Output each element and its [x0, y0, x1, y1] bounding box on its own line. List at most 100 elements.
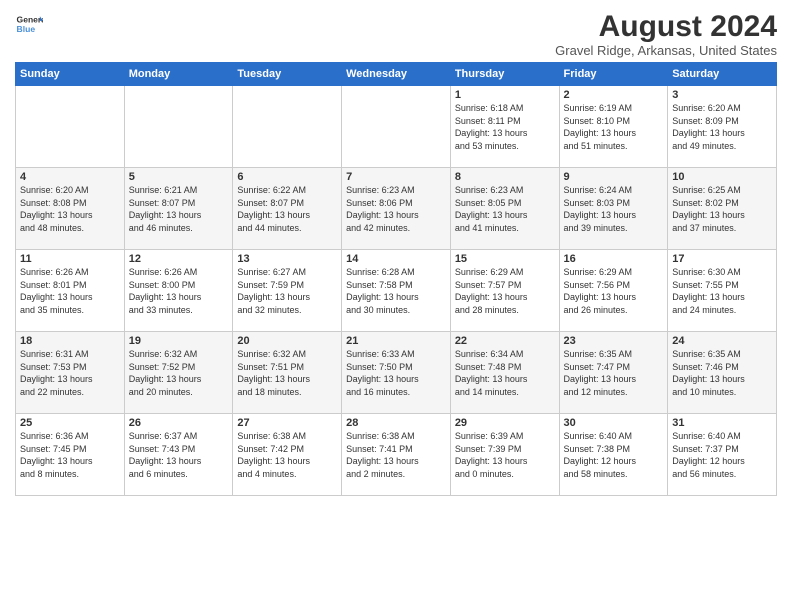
- cell-1-4: 8Sunrise: 6:23 AM Sunset: 8:05 PM Daylig…: [450, 168, 559, 250]
- day-number-21: 21: [346, 335, 446, 347]
- cell-4-5: 30Sunrise: 6:40 AM Sunset: 7:38 PM Dayli…: [559, 414, 668, 496]
- day-info-6: Sunrise: 6:22 AM Sunset: 8:07 PM Dayligh…: [237, 184, 337, 234]
- day-number-15: 15: [455, 253, 555, 265]
- header-thursday: Thursday: [450, 63, 559, 86]
- day-number-31: 31: [672, 417, 772, 429]
- day-number-17: 17: [672, 253, 772, 265]
- day-number-7: 7: [346, 171, 446, 183]
- header-monday: Monday: [124, 63, 233, 86]
- cell-4-0: 25Sunrise: 6:36 AM Sunset: 7:45 PM Dayli…: [16, 414, 125, 496]
- day-info-14: Sunrise: 6:28 AM Sunset: 7:58 PM Dayligh…: [346, 266, 446, 316]
- day-number-22: 22: [455, 335, 555, 347]
- cell-0-1: [124, 86, 233, 168]
- day-info-22: Sunrise: 6:34 AM Sunset: 7:48 PM Dayligh…: [455, 348, 555, 398]
- cell-0-4: 1Sunrise: 6:18 AM Sunset: 8:11 PM Daylig…: [450, 86, 559, 168]
- day-number-2: 2: [564, 89, 664, 101]
- header-tuesday: Tuesday: [233, 63, 342, 86]
- cell-4-2: 27Sunrise: 6:38 AM Sunset: 7:42 PM Dayli…: [233, 414, 342, 496]
- day-info-26: Sunrise: 6:37 AM Sunset: 7:43 PM Dayligh…: [129, 430, 229, 480]
- day-info-1: Sunrise: 6:18 AM Sunset: 8:11 PM Dayligh…: [455, 102, 555, 152]
- day-info-2: Sunrise: 6:19 AM Sunset: 8:10 PM Dayligh…: [564, 102, 664, 152]
- day-info-17: Sunrise: 6:30 AM Sunset: 7:55 PM Dayligh…: [672, 266, 772, 316]
- day-info-15: Sunrise: 6:29 AM Sunset: 7:57 PM Dayligh…: [455, 266, 555, 316]
- logo-icon: General Blue: [15, 10, 43, 38]
- day-info-24: Sunrise: 6:35 AM Sunset: 7:46 PM Dayligh…: [672, 348, 772, 398]
- day-number-28: 28: [346, 417, 446, 429]
- cell-2-1: 12Sunrise: 6:26 AM Sunset: 8:00 PM Dayli…: [124, 250, 233, 332]
- cell-0-2: [233, 86, 342, 168]
- day-info-13: Sunrise: 6:27 AM Sunset: 7:59 PM Dayligh…: [237, 266, 337, 316]
- day-number-14: 14: [346, 253, 446, 265]
- month-title: August 2024: [555, 10, 777, 43]
- day-info-9: Sunrise: 6:24 AM Sunset: 8:03 PM Dayligh…: [564, 184, 664, 234]
- day-number-27: 27: [237, 417, 337, 429]
- cell-3-2: 20Sunrise: 6:32 AM Sunset: 7:51 PM Dayli…: [233, 332, 342, 414]
- calendar-table: Sunday Monday Tuesday Wednesday Thursday…: [15, 62, 777, 496]
- day-info-12: Sunrise: 6:26 AM Sunset: 8:00 PM Dayligh…: [129, 266, 229, 316]
- cell-2-6: 17Sunrise: 6:30 AM Sunset: 7:55 PM Dayli…: [668, 250, 777, 332]
- day-info-8: Sunrise: 6:23 AM Sunset: 8:05 PM Dayligh…: [455, 184, 555, 234]
- cell-1-5: 9Sunrise: 6:24 AM Sunset: 8:03 PM Daylig…: [559, 168, 668, 250]
- calendar-body: 1Sunrise: 6:18 AM Sunset: 8:11 PM Daylig…: [16, 86, 777, 496]
- day-number-9: 9: [564, 171, 664, 183]
- cell-4-6: 31Sunrise: 6:40 AM Sunset: 7:37 PM Dayli…: [668, 414, 777, 496]
- day-info-16: Sunrise: 6:29 AM Sunset: 7:56 PM Dayligh…: [564, 266, 664, 316]
- day-number-13: 13: [237, 253, 337, 265]
- cell-3-0: 18Sunrise: 6:31 AM Sunset: 7:53 PM Dayli…: [16, 332, 125, 414]
- svg-text:General: General: [17, 14, 43, 24]
- day-number-8: 8: [455, 171, 555, 183]
- cell-3-1: 19Sunrise: 6:32 AM Sunset: 7:52 PM Dayli…: [124, 332, 233, 414]
- cell-4-3: 28Sunrise: 6:38 AM Sunset: 7:41 PM Dayli…: [342, 414, 451, 496]
- cell-2-0: 11Sunrise: 6:26 AM Sunset: 8:01 PM Dayli…: [16, 250, 125, 332]
- day-number-3: 3: [672, 89, 772, 101]
- cell-1-2: 6Sunrise: 6:22 AM Sunset: 8:07 PM Daylig…: [233, 168, 342, 250]
- cell-0-0: [16, 86, 125, 168]
- location: Gravel Ridge, Arkansas, United States: [555, 43, 777, 58]
- calendar-container: General Blue August 2024 Gravel Ridge, A…: [0, 0, 792, 506]
- day-info-29: Sunrise: 6:39 AM Sunset: 7:39 PM Dayligh…: [455, 430, 555, 480]
- day-info-10: Sunrise: 6:25 AM Sunset: 8:02 PM Dayligh…: [672, 184, 772, 234]
- day-info-20: Sunrise: 6:32 AM Sunset: 7:51 PM Dayligh…: [237, 348, 337, 398]
- week-row-2: 4Sunrise: 6:20 AM Sunset: 8:08 PM Daylig…: [16, 168, 777, 250]
- day-info-21: Sunrise: 6:33 AM Sunset: 7:50 PM Dayligh…: [346, 348, 446, 398]
- cell-2-3: 14Sunrise: 6:28 AM Sunset: 7:58 PM Dayli…: [342, 250, 451, 332]
- week-row-3: 11Sunrise: 6:26 AM Sunset: 8:01 PM Dayli…: [16, 250, 777, 332]
- day-number-29: 29: [455, 417, 555, 429]
- day-number-16: 16: [564, 253, 664, 265]
- cell-1-6: 10Sunrise: 6:25 AM Sunset: 8:02 PM Dayli…: [668, 168, 777, 250]
- day-info-7: Sunrise: 6:23 AM Sunset: 8:06 PM Dayligh…: [346, 184, 446, 234]
- day-number-19: 19: [129, 335, 229, 347]
- cell-1-0: 4Sunrise: 6:20 AM Sunset: 8:08 PM Daylig…: [16, 168, 125, 250]
- day-number-10: 10: [672, 171, 772, 183]
- day-info-30: Sunrise: 6:40 AM Sunset: 7:38 PM Dayligh…: [564, 430, 664, 480]
- cell-0-3: [342, 86, 451, 168]
- cell-0-5: 2Sunrise: 6:19 AM Sunset: 8:10 PM Daylig…: [559, 86, 668, 168]
- day-info-3: Sunrise: 6:20 AM Sunset: 8:09 PM Dayligh…: [672, 102, 772, 152]
- day-info-19: Sunrise: 6:32 AM Sunset: 7:52 PM Dayligh…: [129, 348, 229, 398]
- day-info-11: Sunrise: 6:26 AM Sunset: 8:01 PM Dayligh…: [20, 266, 120, 316]
- header-sunday: Sunday: [16, 63, 125, 86]
- day-number-4: 4: [20, 171, 120, 183]
- day-info-27: Sunrise: 6:38 AM Sunset: 7:42 PM Dayligh…: [237, 430, 337, 480]
- day-info-28: Sunrise: 6:38 AM Sunset: 7:41 PM Dayligh…: [346, 430, 446, 480]
- cell-1-1: 5Sunrise: 6:21 AM Sunset: 8:07 PM Daylig…: [124, 168, 233, 250]
- cell-3-3: 21Sunrise: 6:33 AM Sunset: 7:50 PM Dayli…: [342, 332, 451, 414]
- day-number-6: 6: [237, 171, 337, 183]
- day-info-25: Sunrise: 6:36 AM Sunset: 7:45 PM Dayligh…: [20, 430, 120, 480]
- cell-3-4: 22Sunrise: 6:34 AM Sunset: 7:48 PM Dayli…: [450, 332, 559, 414]
- header-saturday: Saturday: [668, 63, 777, 86]
- day-number-25: 25: [20, 417, 120, 429]
- cell-3-5: 23Sunrise: 6:35 AM Sunset: 7:47 PM Dayli…: [559, 332, 668, 414]
- day-number-26: 26: [129, 417, 229, 429]
- cell-1-3: 7Sunrise: 6:23 AM Sunset: 8:06 PM Daylig…: [342, 168, 451, 250]
- day-info-5: Sunrise: 6:21 AM Sunset: 8:07 PM Dayligh…: [129, 184, 229, 234]
- cell-2-4: 15Sunrise: 6:29 AM Sunset: 7:57 PM Dayli…: [450, 250, 559, 332]
- week-row-5: 25Sunrise: 6:36 AM Sunset: 7:45 PM Dayli…: [16, 414, 777, 496]
- cell-2-2: 13Sunrise: 6:27 AM Sunset: 7:59 PM Dayli…: [233, 250, 342, 332]
- header-row: General Blue August 2024 Gravel Ridge, A…: [15, 10, 777, 58]
- day-info-4: Sunrise: 6:20 AM Sunset: 8:08 PM Dayligh…: [20, 184, 120, 234]
- svg-text:Blue: Blue: [17, 24, 36, 34]
- cell-4-1: 26Sunrise: 6:37 AM Sunset: 7:43 PM Dayli…: [124, 414, 233, 496]
- day-number-30: 30: [564, 417, 664, 429]
- day-info-23: Sunrise: 6:35 AM Sunset: 7:47 PM Dayligh…: [564, 348, 664, 398]
